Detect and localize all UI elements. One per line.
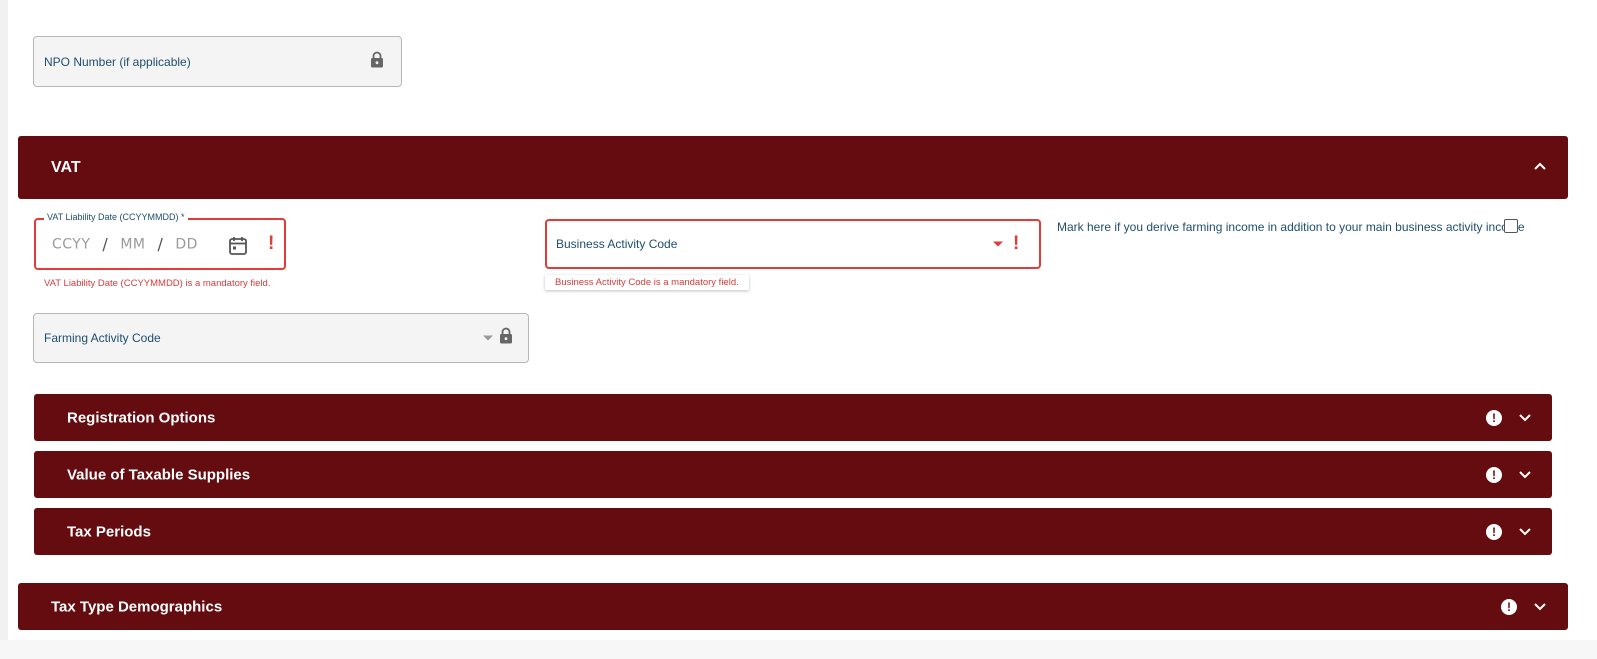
business-activity-code-field[interactable]: Business Activity Code ! bbox=[545, 219, 1041, 269]
value-of-taxable-supplies-title: Value of Taxable Supplies bbox=[67, 466, 251, 483]
tax-periods-section[interactable]: Tax Periods ! bbox=[34, 508, 1552, 555]
alert-icon: ! bbox=[1486, 409, 1502, 426]
vat-liability-date-field[interactable]: VAT Liability Date (CCYYMMDD) * CCYY / M… bbox=[34, 212, 286, 270]
date-separator: / bbox=[102, 234, 109, 254]
alert-icon: ! bbox=[1501, 598, 1517, 615]
farming-income-checkbox[interactable] bbox=[1504, 219, 1518, 233]
vat-section-header[interactable]: VAT bbox=[18, 136, 1568, 199]
business-activity-code-error: Business Activity Code is a mandatory fi… bbox=[545, 275, 749, 290]
alert-icon: ! bbox=[1486, 466, 1502, 483]
date-day-input[interactable]: DD bbox=[175, 236, 198, 252]
bottom-strip bbox=[0, 640, 1597, 659]
lock-icon bbox=[499, 327, 513, 349]
date-separator: / bbox=[157, 234, 164, 254]
npo-number-field: NPO Number (if applicable) bbox=[33, 36, 402, 87]
vat-liability-date-error: VAT Liability Date (CCYYMMDD) is a manda… bbox=[44, 278, 271, 289]
tax-type-demographics-section[interactable]: Tax Type Demographics ! bbox=[18, 583, 1568, 630]
farming-income-checkbox-label: Mark here if you derive farming income i… bbox=[1057, 220, 1525, 234]
date-error-alert-icon: ! bbox=[268, 233, 275, 254]
chevron-down-icon[interactable] bbox=[1518, 523, 1532, 541]
date-input-parts[interactable]: CCYY / MM / DD bbox=[52, 235, 198, 254]
registration-options-section[interactable]: Registration Options ! bbox=[34, 394, 1552, 441]
business-code-error-alert-icon: ! bbox=[1013, 233, 1020, 254]
npo-number-label: NPO Number (if applicable) bbox=[44, 54, 191, 69]
vat-section-title: VAT bbox=[51, 158, 81, 176]
farming-activity-code-label: Farming Activity Code bbox=[44, 331, 161, 345]
caret-down-icon[interactable] bbox=[993, 241, 1003, 247]
registration-options-title: Registration Options bbox=[67, 409, 216, 426]
farming-activity-code-field: Farming Activity Code bbox=[33, 313, 529, 363]
tax-periods-title: Tax Periods bbox=[67, 523, 151, 540]
alert-icon: ! bbox=[1486, 523, 1502, 540]
left-gutter bbox=[0, 0, 8, 659]
lock-icon bbox=[370, 51, 384, 73]
chevron-up-icon[interactable] bbox=[1533, 159, 1547, 177]
value-of-taxable-supplies-section[interactable]: Value of Taxable Supplies ! bbox=[34, 451, 1552, 498]
chevron-down-icon[interactable] bbox=[1518, 409, 1532, 427]
tax-type-demographics-title: Tax Type Demographics bbox=[51, 598, 223, 615]
chevron-down-icon[interactable] bbox=[1518, 466, 1532, 484]
business-activity-code-label: Business Activity Code bbox=[556, 237, 678, 251]
date-month-input[interactable]: MM bbox=[120, 236, 145, 252]
chevron-down-icon[interactable] bbox=[1533, 598, 1547, 616]
vat-liability-date-label: VAT Liability Date (CCYYMMDD) * bbox=[44, 212, 188, 222]
calendar-icon[interactable] bbox=[229, 236, 247, 260]
date-year-input[interactable]: CCYY bbox=[52, 236, 90, 252]
caret-down-icon bbox=[483, 335, 493, 341]
